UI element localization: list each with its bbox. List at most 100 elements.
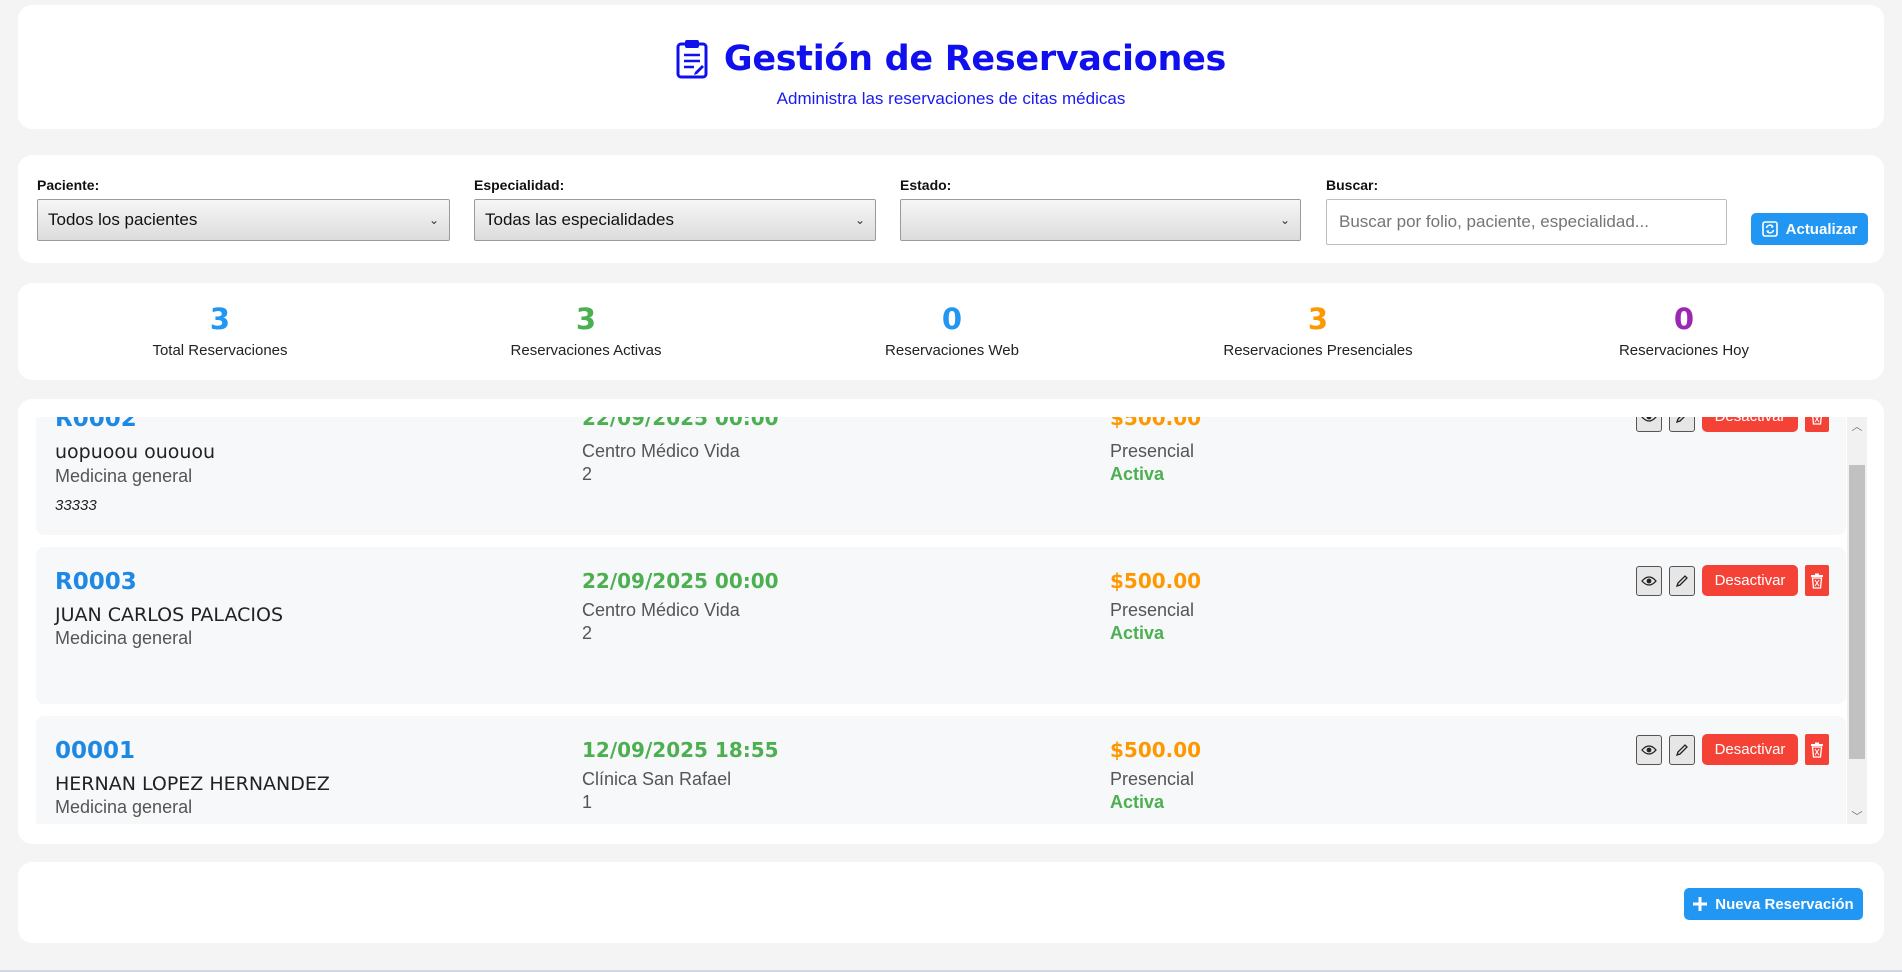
specialty-filter-label: Especialidad: [474,177,565,193]
patient-filter: Paciente: Todos los pacientes ⌄ [37,177,450,241]
stat-total: 3 Total Reservaciones [70,302,370,360]
deactivate-button[interactable]: Desactivar [1702,565,1798,596]
trash-icon [1811,742,1823,758]
scroll-down-arrow-icon[interactable]: ﹀ [1847,807,1867,824]
reservation-price: $500.00 [1110,738,1202,762]
reservation-clinic: Centro Médico Vida [582,600,740,620]
deactivate-button[interactable]: Desactivar [1702,417,1798,432]
filters-card: Paciente: Todos los pacientes ⌄ Especial… [18,155,1884,263]
view-button[interactable] [1636,734,1662,765]
chevron-down-icon: ⌄ [854,213,865,227]
edit-button[interactable] [1669,565,1695,596]
delete-button[interactable] [1805,565,1829,596]
reservation-specialty: Medicina general [55,628,193,648]
reservation-specialty: Medicina general [55,797,193,817]
eye-icon [1641,417,1657,422]
reservation-datetime: 22/09/2025 00:00 [582,417,779,430]
pencil-icon [1675,743,1688,756]
trash-icon [1812,417,1822,425]
delete-button[interactable] [1805,734,1829,765]
reservation-modality: Presencial [1110,769,1195,789]
reservation-datetime: 12/09/2025 18:55 [582,738,779,762]
status-filter: Estado: ⌄ [900,177,1301,241]
reservation-room: 2 [582,464,593,484]
view-button[interactable] [1636,417,1662,432]
eye-icon [1641,744,1657,755]
refresh-button-label: Actualizar [1785,220,1858,238]
patient-filter-label: Paciente: [37,177,100,193]
new-reservation-label: Nueva Reservación [1715,895,1854,913]
search-input[interactable] [1326,199,1727,245]
refresh-button[interactable]: Actualizar [1751,213,1868,245]
stat-in-person: 3 Reservaciones Presenciales [1168,302,1468,360]
reservation-clinic: Clínica San Rafael [582,769,732,789]
header-card: Gestión de Reservaciones Administra las … [18,5,1884,129]
specialty-filter: Especialidad: Todas las especialidades ⌄ [474,177,876,241]
stat-web-label: Reservaciones Web [885,342,1019,359]
scrollbar-thumb[interactable] [1849,465,1865,759]
reservation-row: R0002 uopuoou ououou Medicina general 33… [36,417,1846,535]
stat-today-value: 0 [1673,302,1695,336]
stat-web-value: 0 [941,302,963,336]
stat-today-label: Reservaciones Hoy [1618,342,1750,359]
reservation-modality: Presencial [1110,600,1195,620]
header-title-row: Gestión de Reservaciones [18,39,1884,79]
stat-active-label: Reservaciones Activas [510,342,662,359]
specialty-select-value: Todas las especialidades [485,210,675,229]
stat-active-value: 3 [575,302,597,336]
stat-in-person-label: Reservaciones Presenciales [1223,342,1413,359]
patient-select-value: Todos los pacientes [48,210,198,229]
reservation-specialty: Medicina general [55,466,193,486]
reservation-room: 2 [582,623,593,643]
stat-active: 3 Reservaciones Activas [436,302,736,360]
eye-icon [1641,575,1657,586]
reservation-price: $500.00 [1110,569,1202,593]
chevron-down-icon: ⌄ [1279,213,1290,227]
status-select[interactable]: ⌄ [900,199,1301,241]
reservation-folio[interactable]: 00001 [55,738,135,764]
new-reservation-button[interactable]: Nueva Reservación [1684,888,1863,920]
reservation-room: 1 [582,792,593,812]
reservation-folio[interactable]: R0002 [55,417,137,432]
edit-button[interactable] [1669,734,1695,765]
reservation-actions: Desactivar [1636,417,1829,432]
refresh-icon [1761,221,1778,237]
plus-icon [1693,897,1708,911]
list-scrollbar[interactable]: ︿ ﹀ [1847,417,1867,824]
stats-card: 3 Total Reservaciones 3 Reservaciones Ac… [18,283,1884,380]
stat-web: 0 Reservaciones Web [802,302,1102,360]
patient-select[interactable]: Todos los pacientes ⌄ [37,199,450,241]
page-subtitle: Administra las reservaciones de citas mé… [776,89,1126,108]
footer-card: Nueva Reservación [18,862,1884,943]
reservation-actions: Desactivar [1636,565,1829,596]
reservations-list[interactable]: R0002 uopuoou ououou Medicina general 33… [36,417,1865,824]
reservation-status: Activa [1110,792,1165,812]
deactivate-button[interactable]: Desactivar [1702,734,1798,765]
reservation-actions: Desactivar [1636,734,1829,765]
reservation-patient: HERNAN LOPEZ HERNANDEZ [55,773,330,795]
reservation-price: $500.00 [1110,417,1202,430]
chevron-down-icon: ⌄ [428,213,439,227]
reservation-status: Activa [1110,464,1165,484]
trash-icon [1811,573,1823,589]
reservation-row: R0003 JUAN CARLOS PALACIOS Medicina gene… [36,547,1846,704]
edit-button[interactable] [1669,417,1695,432]
pencil-icon [1675,574,1688,587]
status-filter-label: Estado: [900,177,952,193]
reservation-patient: uopuoou ououou [55,441,216,463]
stat-in-person-value: 3 [1307,302,1329,336]
specialty-select[interactable]: Todas las especialidades ⌄ [474,199,876,241]
search-filter: Buscar: [1326,177,1727,245]
stat-total-label: Total Reservaciones [152,342,288,359]
reservation-status: Activa [1110,623,1165,643]
reservation-datetime: 22/09/2025 00:00 [582,569,779,593]
pencil-icon [1675,417,1685,423]
reservations-list-card: R0002 uopuoou ououou Medicina general 33… [18,399,1884,844]
scroll-up-arrow-icon[interactable]: ︿ [1847,417,1867,434]
stat-today: 0 Reservaciones Hoy [1534,302,1834,360]
stat-total-value: 3 [209,302,231,336]
view-button[interactable] [1636,565,1662,596]
reservation-folio[interactable]: R0003 [55,569,137,595]
delete-button[interactable] [1805,417,1829,432]
reservation-patient: JUAN CARLOS PALACIOS [55,604,283,626]
